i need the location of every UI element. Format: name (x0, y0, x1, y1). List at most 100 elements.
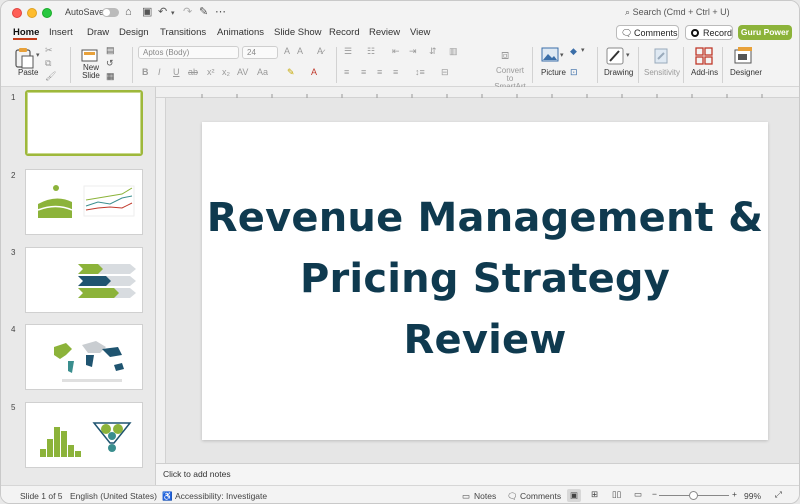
layout-icon[interactable]: ▤ (106, 45, 115, 56)
record-button[interactable]: Record (685, 25, 733, 40)
autosave-toggle[interactable] (102, 8, 119, 17)
cut-icon[interactable]: ✂ (45, 45, 53, 56)
increase-font-icon[interactable]: A (284, 46, 290, 56)
tab-review[interactable]: Review (369, 27, 400, 38)
align-right-icon[interactable]: ≡ (377, 67, 382, 77)
slide-thumbnail-1[interactable] (25, 90, 143, 156)
tab-record[interactable]: Record (329, 27, 360, 38)
tab-slide-show[interactable]: Slide Show (274, 27, 322, 38)
comments-toggle[interactable]: Comments (520, 491, 561, 501)
home-icon[interactable]: ⌂ (125, 5, 132, 19)
tab-home[interactable]: Home (13, 27, 39, 38)
change-case-icon[interactable]: Aa (257, 67, 268, 77)
shapes-icon[interactable]: ◆ (570, 46, 577, 57)
font-name-select[interactable]: Aptos (Body) (138, 46, 239, 59)
guru-power-button[interactable]: Guru Power (738, 25, 792, 40)
tab-transitions[interactable]: Transitions (160, 27, 206, 38)
tab-design[interactable]: Design (119, 27, 149, 38)
more-icon[interactable]: ⋯ (215, 5, 226, 19)
decrease-font-icon[interactable]: A (297, 46, 303, 56)
zoom-in-icon[interactable]: + (732, 489, 737, 499)
slide-number: 4 (11, 325, 16, 334)
minimize-window-button[interactable] (27, 8, 37, 18)
zoom-window-button[interactable] (42, 8, 52, 18)
bullets-icon[interactable]: ☰ (344, 46, 352, 57)
horizontal-ruler[interactable] (156, 87, 799, 98)
undo-icon[interactable]: ↶ (158, 5, 167, 19)
fit-to-window-icon[interactable]: ⤢ (775, 489, 782, 500)
slideshow-view-icon[interactable]: ▭ (634, 489, 642, 500)
slide-thumbnail-3[interactable] (25, 247, 143, 313)
slide-thumbnail-2[interactable] (25, 169, 143, 235)
normal-view-icon[interactable]: ▣ (567, 489, 582, 502)
tab-insert[interactable]: Insert (49, 27, 73, 38)
slide-title[interactable]: Revenue Management & Pricing Strategy Re… (202, 188, 768, 371)
reading-view-icon[interactable]: ▯▯ (612, 489, 621, 500)
vertical-ruler[interactable] (156, 98, 166, 463)
section-icon[interactable]: ▦ (106, 71, 115, 82)
superscript-icon[interactable]: x² (207, 67, 215, 77)
paste-dropdown-icon[interactable]: ▾ (36, 51, 40, 59)
format-painter-icon[interactable]: ✎ (199, 5, 208, 19)
close-window-button[interactable] (12, 8, 22, 18)
align-text-icon[interactable]: ⊟ (441, 67, 449, 78)
picture-dropdown-icon[interactable]: ▾ (560, 51, 564, 59)
redo-icon[interactable]: ↷ (183, 5, 192, 19)
tab-draw[interactable]: Draw (87, 27, 109, 38)
line-spacing-icon[interactable]: ↕≡ (415, 67, 425, 77)
justify-icon[interactable]: ≡ (393, 67, 398, 77)
slide-thumbnail-5[interactable] (25, 402, 143, 468)
copy-icon[interactable]: ⧉ (45, 58, 51, 69)
textbox-icon[interactable]: ⊡ (570, 67, 578, 78)
align-center-icon[interactable]: ≡ (361, 67, 366, 77)
decrease-indent-icon[interactable]: ⇤ (392, 46, 400, 57)
paste-icon[interactable] (13, 47, 35, 69)
notes-placeholder: Click to add notes (163, 469, 231, 479)
clear-format-icon[interactable]: A̷ (317, 46, 323, 56)
numbering-icon[interactable]: ☷ (367, 46, 375, 57)
add-ins-icon[interactable] (695, 47, 713, 65)
underline-icon[interactable]: U (173, 67, 180, 77)
character-spacing-icon[interactable]: AV (237, 67, 248, 77)
sensitivity-icon[interactable] (652, 47, 670, 65)
comments-icon[interactable]: 🗨 (507, 491, 518, 502)
zoom-slider-handle[interactable] (689, 491, 698, 500)
tab-animations[interactable]: Animations (217, 27, 264, 38)
italic-icon[interactable]: I (158, 67, 161, 77)
strikethrough-icon[interactable]: ab (188, 67, 198, 77)
accessibility-icon[interactable]: ♿ (162, 491, 173, 502)
language-indicator[interactable]: English (United States) (70, 491, 157, 501)
comments-button[interactable]: 🗨 Comments (616, 25, 679, 40)
drawing-icon[interactable] (606, 47, 624, 65)
font-color-icon[interactable]: A (311, 67, 317, 77)
notes-icon[interactable]: ▭ (462, 491, 470, 502)
undo-dropdown-icon[interactable]: ▾ (171, 7, 175, 21)
slide-thumbnail-4[interactable] (25, 324, 143, 390)
ribbon-tabs: Home Insert Draw Design Transitions Anim… (1, 23, 799, 43)
slide-sorter-icon[interactable]: ⊞ (591, 489, 598, 500)
font-size-select[interactable]: 24 (242, 46, 278, 59)
accessibility-status[interactable]: Accessibility: Investigate (175, 491, 267, 501)
designer-icon[interactable] (734, 47, 754, 65)
zoom-out-icon[interactable]: − (652, 489, 657, 499)
text-direction-icon[interactable]: ⇵ (429, 46, 437, 57)
increase-indent-icon[interactable]: ⇥ (409, 46, 417, 57)
notes-toggle[interactable]: Notes (474, 491, 496, 501)
drawing-dropdown-icon[interactable]: ▾ (626, 51, 630, 59)
smartart-icon[interactable]: ⧈ (501, 47, 509, 63)
notes-pane[interactable]: Click to add notes (156, 463, 799, 485)
slide-canvas[interactable]: Revenue Management & Pricing Strategy Re… (202, 122, 768, 440)
tab-view[interactable]: View (410, 27, 430, 38)
bold-icon[interactable]: B (142, 67, 149, 77)
format-brush-icon[interactable]: 🖌 (45, 71, 56, 82)
align-left-icon[interactable]: ≡ (344, 67, 349, 77)
save-icon[interactable]: ▣ (142, 5, 152, 19)
subscript-icon[interactable]: x₂ (222, 67, 230, 77)
search-field[interactable]: ⌕ Search (Cmd + Ctrl + U) (625, 7, 730, 18)
reset-icon[interactable]: ↺ (106, 58, 114, 69)
highlight-icon[interactable]: ✎ (287, 67, 295, 78)
zoom-level[interactable]: 99% (744, 491, 761, 501)
shapes-dropdown-icon[interactable]: ▾ (581, 46, 585, 54)
columns-icon[interactable]: ▥ (449, 46, 458, 57)
picture-icon[interactable] (541, 47, 559, 63)
